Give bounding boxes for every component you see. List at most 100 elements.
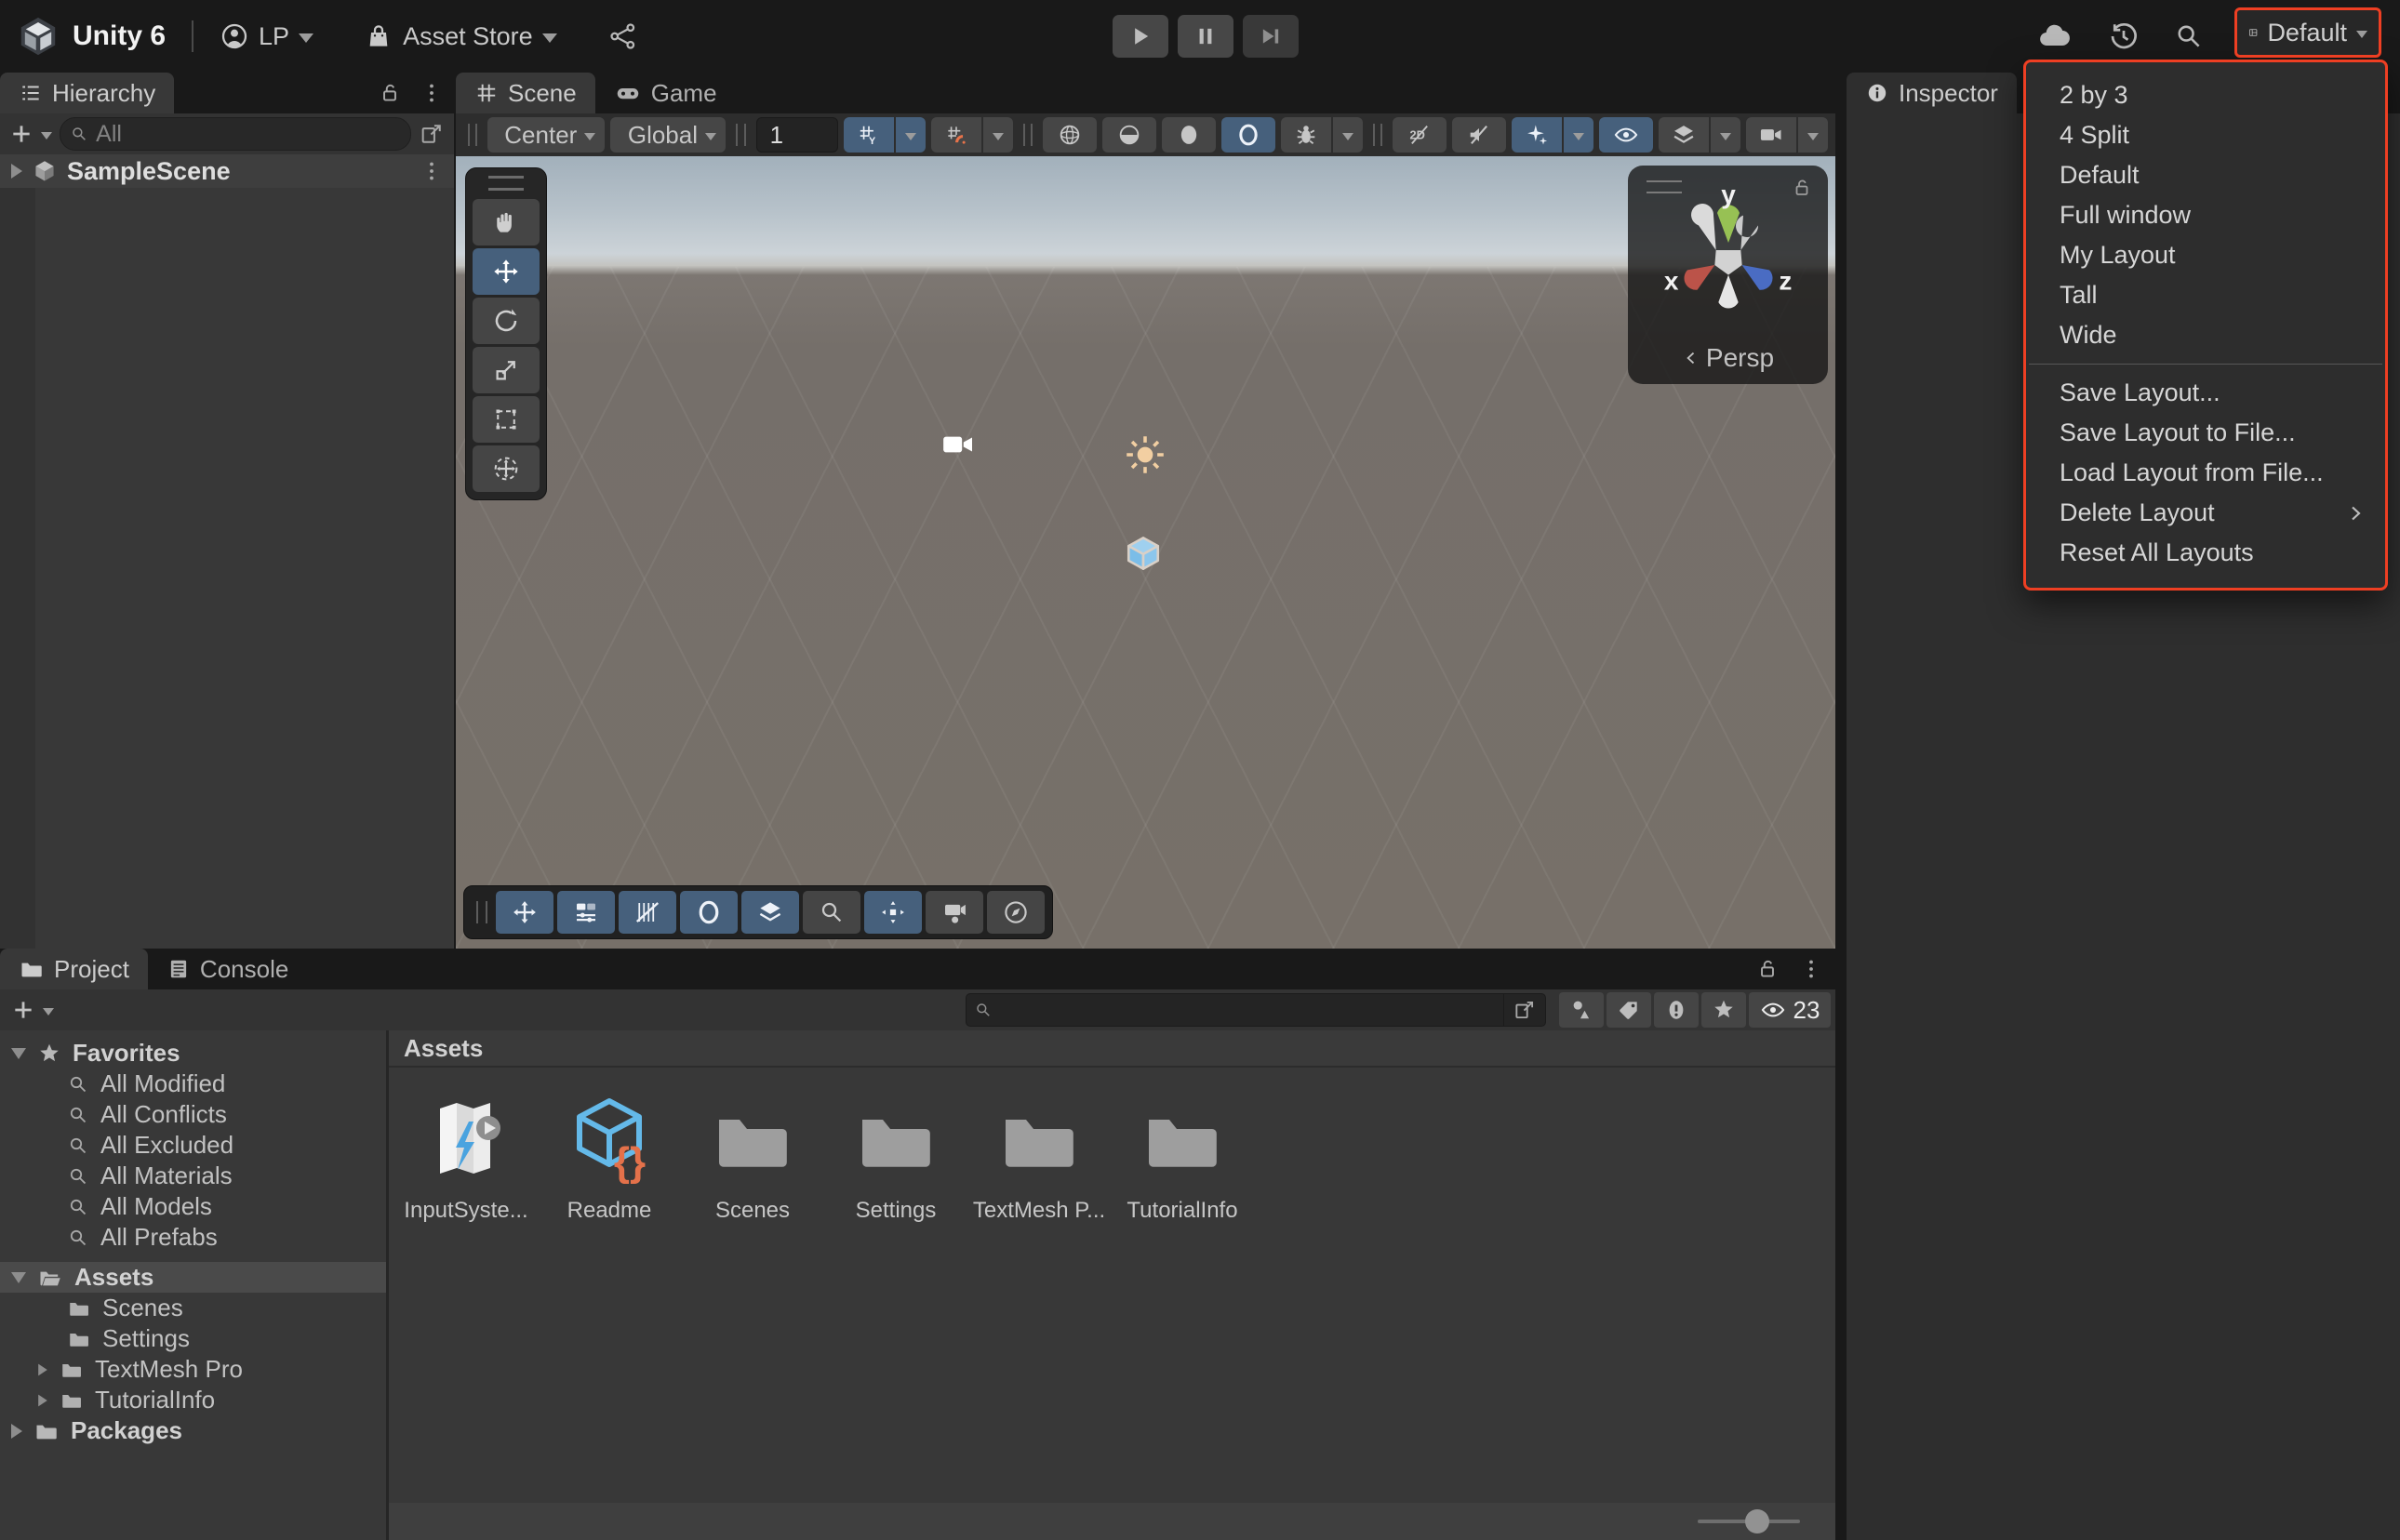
scene-root-row[interactable]: SampleScene xyxy=(0,154,454,188)
overlay-grid-button[interactable] xyxy=(619,891,676,934)
kebab-menu-icon[interactable] xyxy=(1800,958,1822,980)
tree-row-scenes[interactable]: Scenes xyxy=(0,1293,386,1323)
overlay-compass-button[interactable] xyxy=(987,891,1045,934)
transform-tool[interactable] xyxy=(473,445,540,492)
asset-item-readme[interactable]: {} Readme xyxy=(551,1094,668,1224)
tree-row-all-conflicts[interactable]: All Conflicts xyxy=(0,1099,386,1130)
thumbnail-zoom-slider[interactable] xyxy=(1698,1520,1800,1523)
drag-handle[interactable] xyxy=(1023,124,1033,146)
scene-viewport[interactable]: y x z Persp xyxy=(456,156,1835,949)
menu-item-4-split[interactable]: 4 Split xyxy=(2026,115,2385,155)
view-hand-tool[interactable] xyxy=(473,199,540,246)
chevron-down-icon[interactable] xyxy=(43,1008,54,1016)
menu-item-save-layout-to-file[interactable]: Save Layout to File... xyxy=(2026,413,2385,453)
overlay-move-button[interactable] xyxy=(496,891,553,934)
expander-open-icon[interactable] xyxy=(11,1048,26,1059)
undo-history-button[interactable] xyxy=(2102,16,2145,57)
shading-wireframe-button[interactable] xyxy=(1043,117,1097,153)
scale-tool[interactable] xyxy=(473,347,540,393)
lock-icon[interactable] xyxy=(378,81,402,105)
asset-item-settings[interactable]: Settings xyxy=(837,1094,954,1224)
filter-by-label-button[interactable] xyxy=(1607,992,1651,1028)
tab-hierarchy[interactable]: Hierarchy xyxy=(0,73,174,113)
scene-camera-dropdown[interactable] xyxy=(1798,117,1828,153)
menu-item-save-layout[interactable]: Save Layout... xyxy=(2026,373,2385,413)
overlay-drag-handle[interactable] xyxy=(488,176,524,191)
layers-dropdown[interactable] xyxy=(1711,117,1740,153)
tree-row-favorites[interactable]: Favorites xyxy=(0,1038,386,1069)
lock-icon[interactable] xyxy=(1755,957,1780,981)
tree-row-tutorialinfo[interactable]: TutorialInfo xyxy=(0,1385,386,1415)
step-button[interactable] xyxy=(1243,15,1299,58)
tree-row-textmesh-pro[interactable]: TextMesh Pro xyxy=(0,1354,386,1385)
global-search-button[interactable] xyxy=(2167,16,2210,57)
open-new-window-icon[interactable] xyxy=(419,121,445,147)
tab-project[interactable]: Project xyxy=(0,949,148,989)
drag-handle[interactable] xyxy=(1373,124,1382,146)
play-button[interactable] xyxy=(1113,15,1168,58)
account-dropdown[interactable]: LP xyxy=(220,21,313,51)
scene-camera-button[interactable] xyxy=(1746,117,1796,153)
overlay-search-button[interactable] xyxy=(803,891,860,934)
expander-closed-icon[interactable] xyxy=(38,1363,47,1375)
expander-triangle-icon[interactable] xyxy=(11,164,22,179)
add-asset-button[interactable] xyxy=(11,998,35,1022)
tab-inspector[interactable]: Inspector xyxy=(1847,73,2017,113)
tree-row-assets[interactable]: Assets xyxy=(0,1262,386,1293)
menu-item-delete-layout[interactable]: Delete Layout xyxy=(2026,493,2385,533)
hidden-count-button[interactable]: 23 xyxy=(1749,992,1831,1028)
expander-open-icon[interactable] xyxy=(11,1272,26,1283)
pause-button[interactable] xyxy=(1178,15,1233,58)
debug-draw-mode-button[interactable] xyxy=(1281,117,1331,153)
tab-scene[interactable]: Scene xyxy=(456,73,595,113)
tree-row-all-models[interactable]: All Models xyxy=(0,1191,386,1222)
expander-closed-icon[interactable] xyxy=(11,1424,22,1439)
asset-item-inputsystem[interactable]: InputSyste... xyxy=(407,1094,525,1224)
grid-snapping-button[interactable] xyxy=(844,117,894,153)
rect-tool[interactable] xyxy=(473,396,540,443)
drag-handle[interactable] xyxy=(476,901,487,923)
tree-row-all-modified[interactable]: All Modified xyxy=(0,1069,386,1099)
project-search-input[interactable] xyxy=(1000,996,1503,1024)
menu-item-default[interactable]: Default xyxy=(2026,155,2385,195)
axis-gizmo[interactable]: y x z xyxy=(1654,188,1803,327)
tree-row-all-excluded[interactable]: All Excluded xyxy=(0,1130,386,1161)
debug-draw-mode-dropdown[interactable] xyxy=(1333,117,1363,153)
shading-shaded-wire-button[interactable] xyxy=(1102,117,1156,153)
drag-handle[interactable] xyxy=(468,124,477,146)
menu-item-full-window[interactable]: Full window xyxy=(2026,195,2385,235)
drag-handle[interactable] xyxy=(736,124,745,146)
toggle-audio-button[interactable] xyxy=(1452,117,1506,153)
overlay-camera-button[interactable] xyxy=(926,891,983,934)
grid-size-field[interactable] xyxy=(756,117,838,153)
camera-gizmo-icon[interactable] xyxy=(940,426,977,463)
snap-increment-button[interactable] xyxy=(931,117,981,153)
tree-row-all-materials[interactable]: All Materials xyxy=(0,1161,386,1191)
directional-light-gizmo-icon[interactable] xyxy=(1122,431,1168,478)
overlay-shading-button[interactable] xyxy=(680,891,738,934)
filter-by-importance-button[interactable] xyxy=(1654,992,1699,1028)
move-tool[interactable] xyxy=(473,248,540,295)
kebab-menu-icon[interactable] xyxy=(420,82,443,104)
open-new-window-icon[interactable] xyxy=(1503,994,1545,1026)
asset-item-tutorialinfo[interactable]: TutorialInfo xyxy=(1124,1094,1241,1224)
asset-store-dropdown[interactable]: Asset Store xyxy=(364,21,557,51)
tool-handle-position-dropdown[interactable]: Center xyxy=(487,117,605,153)
overlay-orientation-button[interactable] xyxy=(741,891,799,934)
tree-row-packages[interactable]: Packages xyxy=(0,1415,386,1446)
menu-item-wide[interactable]: Wide xyxy=(2026,315,2385,355)
rotate-tool[interactable] xyxy=(473,298,540,344)
cloud-button[interactable] xyxy=(2033,16,2076,57)
version-control-icon[interactable] xyxy=(607,20,639,52)
layout-dropdown-button[interactable]: Default xyxy=(2234,7,2381,58)
asset-item-scenes[interactable]: Scenes xyxy=(694,1094,811,1224)
hierarchy-search-field[interactable] xyxy=(60,117,411,151)
kebab-menu-icon[interactable] xyxy=(420,160,443,182)
shading-mode-button[interactable] xyxy=(1221,117,1275,153)
add-object-button[interactable] xyxy=(9,122,33,146)
tool-handle-rotation-dropdown[interactable]: Global xyxy=(610,117,726,153)
hierarchy-search-input[interactable] xyxy=(94,120,401,149)
expander-closed-icon[interactable] xyxy=(38,1394,47,1406)
overlay-frame-button[interactable] xyxy=(864,891,922,934)
projection-toggle[interactable]: Persp xyxy=(1628,343,1828,373)
